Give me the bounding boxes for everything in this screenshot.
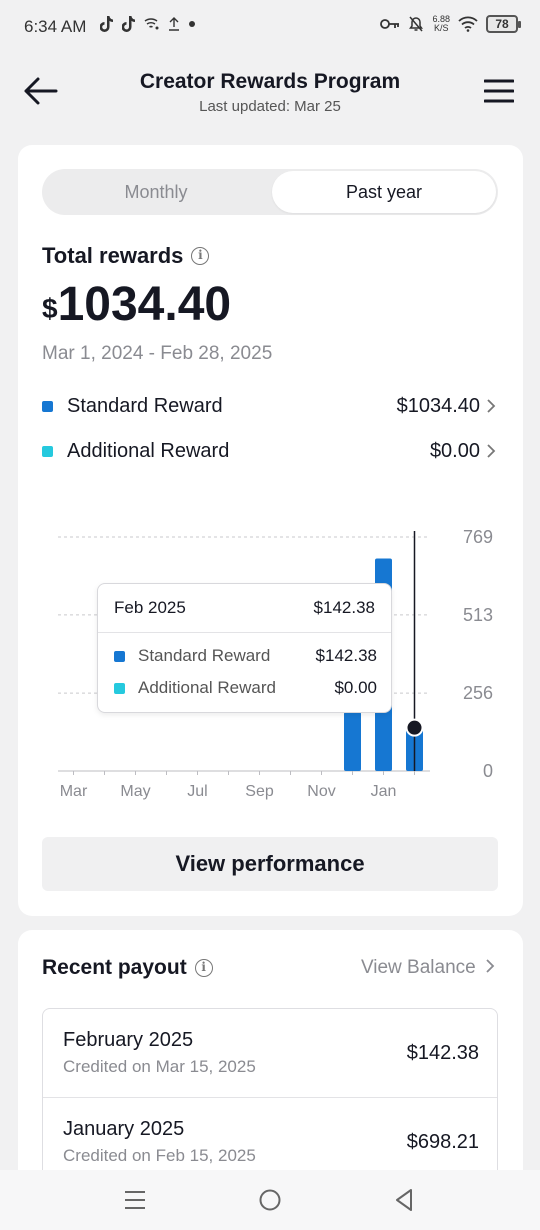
- tooltip-header: Feb 2025 $142.38: [98, 584, 391, 633]
- last-updated: Last updated: Mar 25: [199, 98, 341, 115]
- tooltip-row-standard: Standard Reward $142.38: [114, 646, 377, 666]
- tab-past-year[interactable]: Past year: [272, 171, 496, 213]
- list-item[interactable]: February 2025 Credited on Mar 15, 2025 $…: [43, 1009, 497, 1097]
- recent-payout-card: Recent payout i View Balance February 20…: [18, 930, 523, 1208]
- back-nav-button[interactable]: [394, 1188, 414, 1212]
- recent-payout-label-row: Recent payout i: [42, 956, 213, 980]
- y-tick-label: 256: [463, 683, 493, 703]
- additional-reward-label: Additional Reward: [67, 439, 230, 462]
- period-toggle: Monthly Past year: [42, 169, 498, 215]
- standard-reward-swatch: [42, 400, 53, 412]
- y-tick-label: 513: [463, 605, 493, 625]
- payout-amount: $142.38: [406, 1042, 479, 1064]
- payout-amount: $698.21: [406, 1131, 479, 1153]
- payout-month: February 2025: [63, 1029, 194, 1051]
- additional-reward-value: $0.00: [429, 439, 480, 462]
- chevron-right-icon: [487, 399, 496, 413]
- tooltip-total: $142.38: [313, 598, 375, 617]
- tooltip-standard-value: $142.38: [315, 646, 377, 665]
- dot-icon: [189, 21, 195, 27]
- x-tick-label: Jan: [371, 783, 397, 800]
- tooltip-row-additional: Additional Reward $0.00: [114, 678, 377, 698]
- view-balance-link[interactable]: View Balance: [361, 957, 495, 979]
- chevron-right-icon: [487, 444, 496, 458]
- additional-reward-row[interactable]: Additional Reward $0.00: [42, 436, 496, 466]
- currency-symbol: $: [42, 293, 58, 324]
- tab-monthly[interactable]: Monthly: [44, 171, 268, 213]
- y-tick-label: 0: [483, 761, 493, 781]
- total-rewards-label: Total rewards: [42, 243, 184, 268]
- payout-credited-date: Credited on Feb 15, 2025: [63, 1146, 256, 1165]
- selection-point: [405, 718, 424, 737]
- tooltip-additional-swatch: [114, 682, 125, 694]
- status-right-icons: 6.88 K/S 78: [380, 14, 521, 33]
- date-range: Mar 1, 2024 - Feb 28, 2025: [42, 343, 273, 364]
- total-rewards-amount: $1034.40: [42, 277, 231, 332]
- chart-tooltip: Feb 2025 $142.38 Standard Reward $142.38…: [97, 583, 392, 713]
- menu-button[interactable]: [483, 78, 515, 106]
- payout-credited-date: Credited on Mar 15, 2025: [63, 1057, 256, 1076]
- x-tick-label: Mar: [60, 783, 88, 800]
- total-amount: 1034.40: [57, 278, 232, 331]
- view-performance-button[interactable]: View performance: [42, 837, 498, 891]
- wifi-icon: [458, 16, 478, 32]
- upload-icon: [169, 17, 179, 31]
- additional-reward-swatch: [42, 445, 53, 457]
- hamburger-icon: [483, 79, 515, 103]
- rewards-card: Monthly Past year Total rewards i $1034.…: [18, 145, 523, 916]
- status-left-icons: [100, 16, 196, 32]
- x-tick-label: Nov: [307, 783, 335, 800]
- tooltip-standard-label: Standard Reward: [138, 646, 271, 665]
- app-header: Creator Rewards Program Last updated: Ma…: [0, 56, 540, 136]
- payout-month: January 2025: [63, 1118, 185, 1140]
- battery-icon: 78: [486, 15, 521, 33]
- status-bar: 6:34 AM 6.88 K/S 78: [0, 0, 540, 56]
- tooltip-additional-value: $0.00: [334, 678, 377, 697]
- tooltip-standard-swatch: [114, 650, 125, 662]
- chevron-right-icon: [486, 959, 495, 973]
- x-tick-label: May: [120, 783, 150, 800]
- network-speed: 6.88 K/S: [432, 14, 450, 33]
- info-icon[interactable]: i: [191, 247, 210, 265]
- standard-reward-value: $1034.40: [396, 394, 480, 417]
- info-icon[interactable]: i: [194, 959, 213, 977]
- wifi-question-icon: [144, 18, 159, 30]
- recent-payout-label: Recent payout: [42, 956, 187, 979]
- tiktok-icon: [122, 16, 135, 32]
- x-tick-label: Sep: [245, 783, 274, 800]
- home-button[interactable]: [258, 1188, 282, 1212]
- status-time: 6:34 AM: [24, 17, 87, 36]
- standard-reward-label: Standard Reward: [67, 394, 223, 417]
- standard-reward-row[interactable]: Standard Reward $1034.40: [42, 391, 496, 421]
- bar-dec: [344, 712, 361, 771]
- tooltip-additional-label: Additional Reward: [138, 678, 276, 697]
- recent-apps-button[interactable]: [124, 1190, 146, 1210]
- tooltip-title: Feb 2025: [114, 598, 186, 617]
- tiktok-icon: [100, 16, 113, 32]
- bell-off-icon: [409, 16, 424, 32]
- page-title: Creator Rewards Program: [139, 70, 401, 93]
- system-navigation-bar: [0, 1170, 540, 1230]
- y-tick-label: 769: [463, 527, 493, 547]
- key-icon: [380, 19, 400, 29]
- x-tick-label: Jul: [187, 783, 207, 800]
- total-rewards-label-row: Total rewards i: [42, 243, 210, 269]
- view-balance-label: View Balance: [360, 957, 476, 978]
